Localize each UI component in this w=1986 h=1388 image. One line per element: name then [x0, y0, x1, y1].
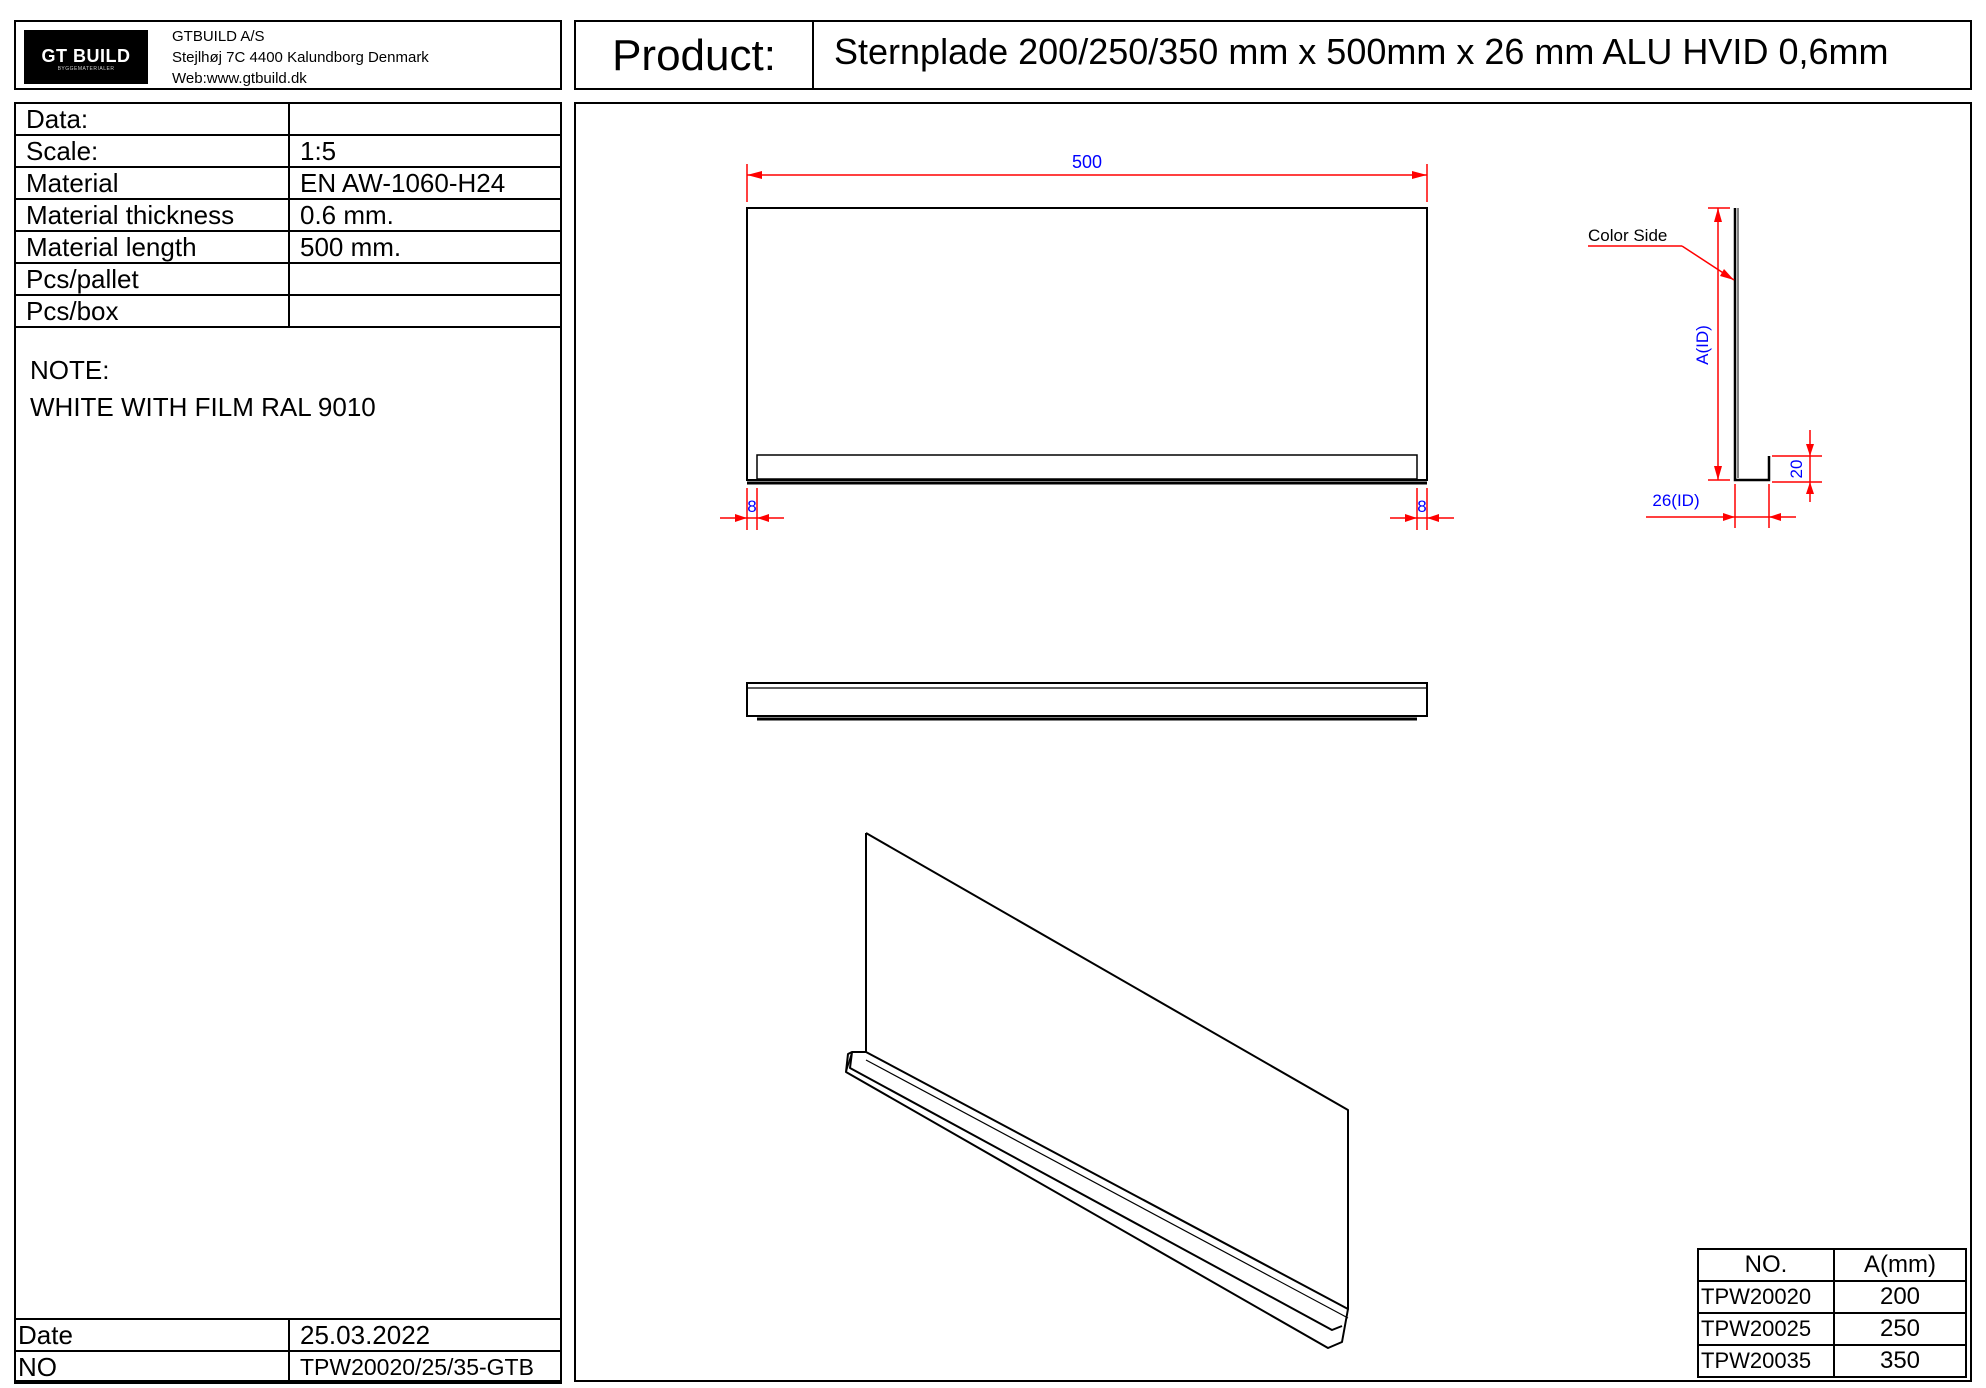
- variants-header-a: A(mm): [1833, 1248, 1967, 1282]
- profile-outline: [1733, 208, 1771, 482]
- dim-flange-label: 20: [1787, 460, 1806, 479]
- variant-no: TPW20025: [1697, 1312, 1835, 1346]
- variants-row: TPW20020 200: [1697, 1280, 1967, 1314]
- dim-left-offset-label: 8: [747, 497, 756, 516]
- front-view-outline: [746, 207, 1428, 481]
- variant-a: 250: [1833, 1312, 1967, 1346]
- front-view: [746, 207, 1428, 485]
- variants-row: TPW20035 350: [1697, 1344, 1967, 1378]
- variants-row: TPW20025 250: [1697, 1312, 1967, 1346]
- variants-table: NO. A(mm) TPW20020 200 TPW20025 250 TPW2…: [1697, 1248, 1967, 1378]
- profile-view: [1733, 208, 1771, 482]
- variants-header-no: NO.: [1697, 1248, 1835, 1282]
- front-view-flange: [756, 454, 1418, 480]
- isometric-view: [845, 832, 1349, 1349]
- dim-height-label: A(ID): [1693, 325, 1712, 365]
- dim-width-label: 26(ID): [1652, 491, 1699, 510]
- variant-a: 350: [1833, 1344, 1967, 1378]
- variant-no: TPW20035: [1697, 1344, 1835, 1378]
- color-side-label: Color Side: [1588, 226, 1667, 245]
- dim-length-label: 500: [1072, 152, 1102, 172]
- technical-drawing: 500 8 8 Color Side A(ID) 20 26(ID): [720, 152, 1822, 1349]
- variant-no: TPW20020: [1697, 1280, 1835, 1314]
- variant-a: 200: [1833, 1280, 1967, 1314]
- dim-right-offset-label: 8: [1417, 497, 1426, 516]
- variants-header-row: NO. A(mm): [1697, 1248, 1967, 1282]
- top-view: [746, 682, 1428, 721]
- iso-panel: [865, 832, 1349, 1310]
- color-side-leader: [1588, 245, 1735, 281]
